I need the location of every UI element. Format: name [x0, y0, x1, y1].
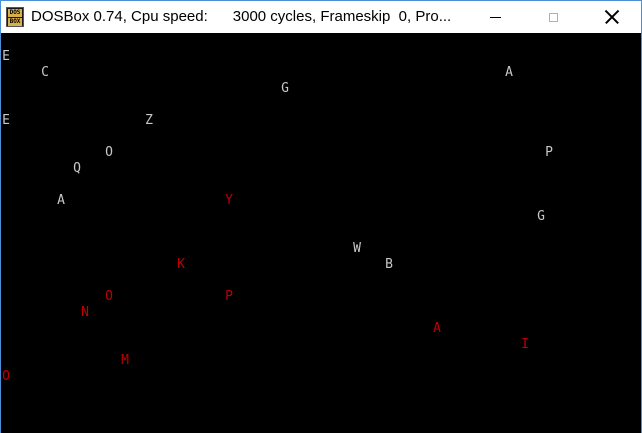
falling-letter: P: [225, 289, 233, 304]
falling-letter: Z: [145, 113, 153, 128]
falling-letter: A: [57, 193, 65, 208]
falling-letter: C: [41, 65, 49, 80]
window-title: DOSBox 0.74, Cpu speed: 3000 cycles, Fra…: [31, 8, 452, 25]
minimize-button[interactable]: [472, 1, 518, 33]
falling-letter: G: [281, 81, 289, 96]
maximize-icon: [548, 12, 558, 22]
app-icon-text-bottom: BOX: [8, 18, 22, 26]
app-icon-text-top: DOS: [8, 9, 22, 17]
dos-screen[interactable]: E C G A E Z O P Q A Y G W K B O P N A I …: [1, 33, 641, 433]
falling-letter: I: [521, 337, 529, 352]
falling-letter: A: [433, 321, 441, 336]
title-bar[interactable]: DOS BOX DOSBox 0.74, Cpu speed: 3000 cyc…: [1, 1, 641, 33]
falling-letter: N: [81, 305, 89, 320]
falling-letter: Y: [225, 193, 233, 208]
falling-letter: A: [505, 65, 513, 80]
maximize-button[interactable]: [530, 1, 576, 33]
falling-letter: E: [2, 49, 10, 64]
falling-letter: Q: [73, 161, 81, 176]
falling-letter: E: [2, 113, 10, 128]
falling-letter: M: [121, 353, 129, 368]
falling-letter: P: [545, 145, 553, 160]
close-icon: [605, 10, 619, 24]
falling-letter: O: [105, 145, 113, 160]
dosbox-window: DOS BOX DOSBox 0.74, Cpu speed: 3000 cyc…: [0, 0, 642, 433]
falling-letter: G: [537, 209, 545, 224]
close-button[interactable]: [589, 1, 635, 33]
falling-letter: O: [105, 289, 113, 304]
falling-letter: B: [385, 257, 393, 272]
falling-letter: W: [353, 241, 361, 256]
falling-letter: O: [2, 369, 10, 384]
dosbox-app-icon[interactable]: DOS BOX: [6, 7, 24, 27]
falling-letter: K: [177, 257, 185, 272]
minimize-icon: [489, 16, 501, 18]
